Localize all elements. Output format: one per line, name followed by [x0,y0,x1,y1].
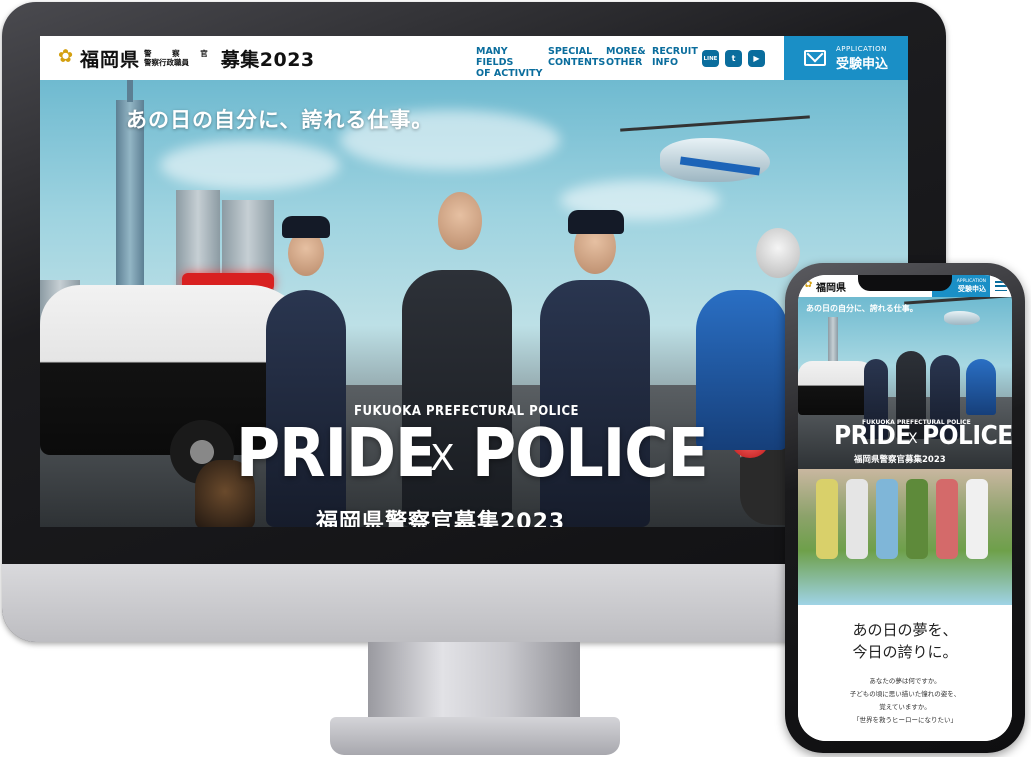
message-body-line: 覚えていますか。 [879,703,931,711]
logo-prefecture: 福岡県 [80,48,141,71]
nav-label: OTHER [606,57,643,68]
mobile-hero-subtitle: 福岡県警察官募集2023 [854,455,946,465]
motorcycle-officer-figure [966,359,996,415]
mobile-hero-tagline: あの日の自分に、誇れる仕事。 [806,304,918,313]
child-figure [876,479,898,559]
mobile-hero-image: あの日の自分に、誇れる仕事。 FUKUOKA PREFECTURAL POLIC… [798,297,1012,469]
hamburger-menu-icon[interactable] [995,281,1007,291]
mobile-screen: 福岡県 APPLICATION 受験申込 あの日の自分に、誇れる仕事。 FUKU… [798,275,1012,741]
nav-label: MORE& [606,46,646,57]
twitter-icon[interactable]: t [725,50,742,67]
hero-title-x: X [430,438,455,479]
mobile-apply-jp: 受験申込 [958,284,986,293]
police-emblem-icon [58,46,76,67]
nav-label: MANY FIELDS [476,46,514,68]
mobile-logo-name: 福岡県 [816,282,846,294]
phone-notch [858,275,952,291]
nav-special-contents[interactable]: SPECIAL CONTENTS [548,46,606,79]
mobile-hero-title-x: X [908,431,918,447]
apply-text: APPLICATION 受験申込 [836,45,888,72]
mobile-hero-title-police: POLICE [922,421,1012,451]
desktop-screen: 福岡県 警 察 官 警察行政職員 募集2023 MANY FIELDS OF A… [40,36,908,527]
nav-label: SPECIAL [548,46,593,57]
mail-icon [804,50,826,66]
nav-many-fields[interactable]: MANY FIELDS OF ACTIVITY [476,46,548,79]
hero-title-police: POLICE [472,414,709,492]
mobile-phone: 福岡県 APPLICATION 受験申込 あの日の自分に、誇れる仕事。 FUKU… [785,263,1025,753]
hero-image: あの日の自分に、誇れる仕事。 FUKUOKA PREFECTURAL POLIC… [40,80,908,527]
logo-subtitle: 警 察 官 警察行政職員 [144,49,217,67]
mobile-logo[interactable]: 福岡県 [804,279,846,294]
site-header: 福岡県 警 察 官 警察行政職員 募集2023 MANY FIELDS OF A… [40,36,908,80]
hero-title-pride: PRIDE [236,414,436,492]
apply-button[interactable]: APPLICATION 受験申込 [784,36,908,80]
logo-sub-bottom: 警察行政職員 [144,58,190,67]
mobile-hero-title-pride: PRIDE [834,421,911,451]
message-body-line: あなたの夢は何ですか。 [869,677,941,685]
nav-label: OF ACTIVITY [476,68,543,79]
nav-label: CONTENTS [548,57,606,68]
officer-cap [282,216,330,238]
site-logo[interactable]: 福岡県 警 察 官 警察行政職員 募集2023 [58,45,315,72]
child-figure [846,479,868,559]
child-figure [816,479,838,559]
officer-head [438,192,482,250]
officer-helmet [756,228,800,278]
hero-subtitle: 福岡県警察官募集2023 [316,510,566,527]
logo-year: 募集2023 [220,48,315,71]
message-body-line: 子どもの頃に思い描いた憧れの姿を、 [849,690,961,698]
logo-sub-top: 警 察 官 [144,49,217,58]
message-heading-line: あの日の夢を、 [852,621,958,639]
line-icon[interactable]: LINE [702,50,719,67]
message-heading: あの日の夢を、 今日の誇りに。 [798,619,1012,663]
social-links: LINE t ▶ [702,50,765,67]
child-figure [936,479,958,559]
officer-cap [568,210,624,234]
monitor-stand-base [330,717,620,755]
child-figure [966,479,988,559]
youtube-icon[interactable]: ▶ [748,50,765,67]
main-nav: MANY FIELDS OF ACTIVITY SPECIAL CONTENTS… [476,46,724,79]
message-heading-line: 今日の誇りに。 [852,643,958,661]
message-section: あの日の夢を、 今日の誇りに。 あなたの夢は何ですか。 子どもの頃に思い描いた憧… [798,605,1012,741]
apply-label-jp: 受験申込 [836,56,889,72]
message-body-line: 「世界を救うヒーローになりたい」 [853,716,957,724]
motorcycle-officer-figure [696,290,788,450]
message-body: あなたの夢は何ですか。 子どもの頃に思い描いた憧れの姿を、 覚えていますか。 「… [798,675,1012,727]
police-emblem-icon [804,279,814,291]
apply-label-en: APPLICATION [836,44,887,53]
helicopter-shape [944,311,980,325]
hero-tagline: あの日の自分に、誇れる仕事。 [126,108,434,132]
children-photo [798,469,1012,605]
helicopter-shape [660,138,770,182]
nav-more-other[interactable]: MORE& OTHER [606,46,652,79]
monitor-stand-neck [368,642,580,720]
cloud-shape [160,140,340,190]
child-figure [906,479,928,559]
